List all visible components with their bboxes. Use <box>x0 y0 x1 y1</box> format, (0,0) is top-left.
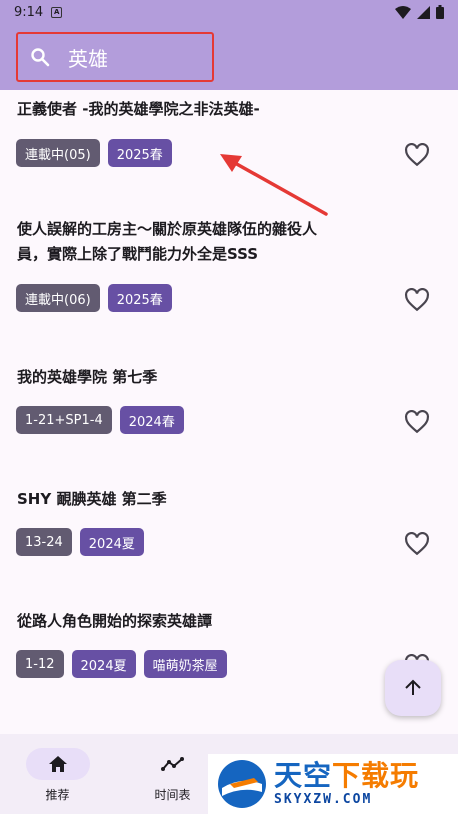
status-tag: 連載中(05) <box>16 139 100 167</box>
episode-tag: 1-21+SP1-4 <box>16 406 112 434</box>
episode-tag: 1-12 <box>16 650 64 678</box>
status-time: 9:14 <box>14 4 44 20</box>
watermark-cn-blue: 天空 <box>274 759 333 792</box>
favorite-icon[interactable] <box>404 288 430 312</box>
season-tag: 2025春 <box>107 139 172 167</box>
scroll-to-top-button[interactable] <box>385 660 441 716</box>
season-tag: 2024夏 <box>79 528 144 556</box>
signal-icon <box>417 5 430 19</box>
season-tag: 2024夏 <box>71 650 136 678</box>
arrow-up-icon <box>405 679 421 695</box>
favorite-icon[interactable] <box>404 532 430 556</box>
timeline-icon <box>160 757 184 771</box>
notification-icon: A <box>51 6 63 18</box>
item-title: 使人誤解的工房主〜關於原英雄隊伍的雜役人員，實際上除了戰鬥能力外全是SSS <box>17 220 318 263</box>
watermark-cn-orange: 下载玩 <box>332 759 420 792</box>
season-tag: 2024春 <box>119 406 184 434</box>
subtitle-group-tag: 喵萌奶茶屋 <box>143 650 227 678</box>
battery-icon <box>436 5 444 19</box>
nav-label: 时间表 <box>154 788 191 802</box>
search-icon <box>31 48 50 67</box>
status-bar: 9:14 A <box>0 0 458 24</box>
nav-item-recommend[interactable]: 推荐 <box>0 734 115 814</box>
search-query[interactable]: 英雄 <box>68 43 108 72</box>
item-title: 正義使者 -我的英雄學院之非法英雄- <box>17 100 260 118</box>
season-tag: 2025春 <box>107 284 172 312</box>
episode-tag: 13-24 <box>16 528 72 556</box>
watermark-en: SKYXZW.COM <box>274 792 373 807</box>
status-tag: 連載中(06) <box>16 284 100 312</box>
item-title: 我的英雄學院 第七季 <box>17 368 158 386</box>
skyxzw-logo-icon <box>218 760 266 808</box>
nav-pill <box>25 748 90 780</box>
nav-label: 推荐 <box>45 788 70 802</box>
nav-pill <box>141 748 205 780</box>
favorite-icon[interactable] <box>404 410 430 434</box>
favorite-icon[interactable] <box>404 143 430 167</box>
wifi-icon <box>395 5 411 19</box>
app-bar: 英雄 <box>0 24 458 90</box>
search-field[interactable]: 英雄 <box>16 32 214 82</box>
item-title: SHY 靦腆英雄 第二季 <box>17 490 167 508</box>
annotation-arrow <box>220 154 328 216</box>
watermark: 天空下载玩 SKYXZW.COM <box>208 754 458 814</box>
home-icon <box>48 756 67 772</box>
item-title: 從路人角色開始的探索英雄譚 <box>17 612 213 630</box>
